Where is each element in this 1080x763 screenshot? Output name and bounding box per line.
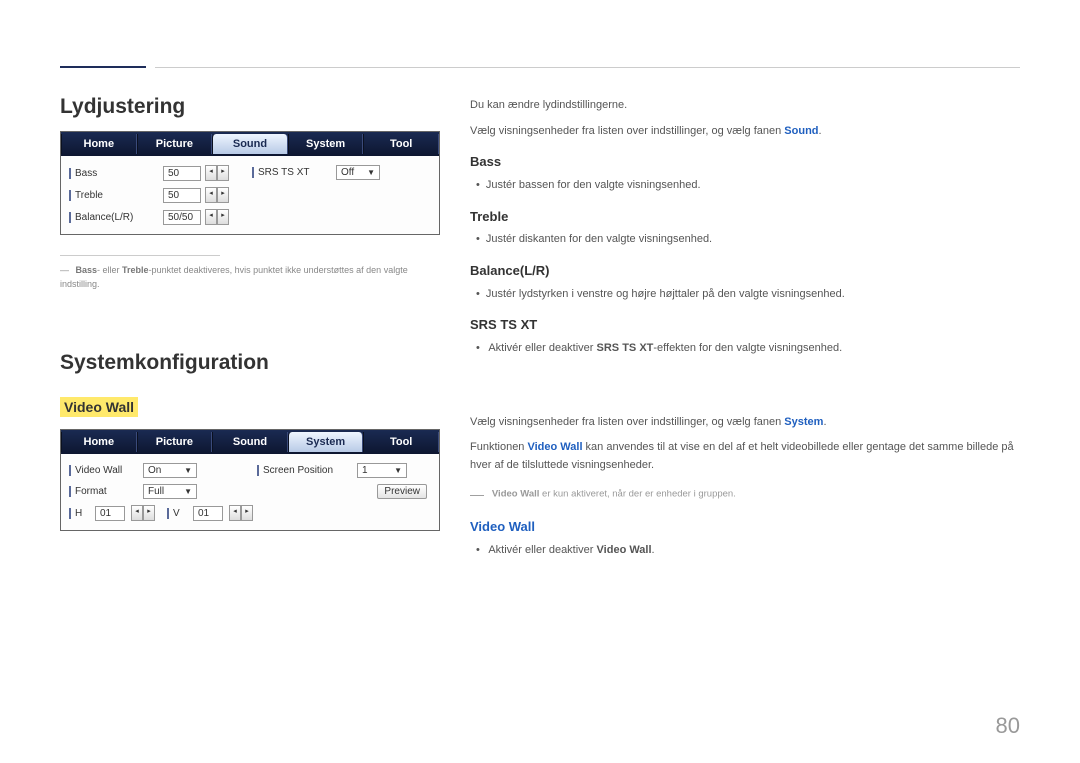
format-label: Format	[69, 486, 139, 497]
subhead-treble: Treble	[470, 207, 1020, 228]
videowall-label: Video Wall	[69, 465, 139, 476]
footnote-divider	[60, 255, 220, 256]
chevron-down-icon: ▼	[184, 466, 192, 475]
format-dropdown[interactable]: Full▼	[143, 484, 197, 499]
balance-value[interactable]: 50/50	[163, 210, 201, 225]
balance-label: Balance(L/R)	[69, 212, 159, 223]
videowall-dropdown[interactable]: On▼	[143, 463, 197, 478]
bullet-videowall: Aktivér eller deaktiver Video Wall.	[488, 542, 1020, 560]
chevron-down-icon: ▼	[184, 487, 192, 496]
bass-spinner[interactable]: ◂▸	[205, 165, 229, 181]
sys-desc: Funktionen Video Wall kan anvendes til a…	[470, 439, 1020, 474]
balance-spinner[interactable]: ◂▸	[205, 209, 229, 225]
tab-sound-2[interactable]: Sound	[212, 432, 288, 452]
page-number: 80	[996, 713, 1020, 739]
sound-panel: Home Picture Sound System Tool Bass 50 ◂…	[60, 131, 440, 235]
treble-value[interactable]: 50	[163, 188, 201, 203]
bullet-balance: Justér lydstyrken i venstre og højre høj…	[488, 286, 1020, 304]
system-tab-bar: Home Picture Sound System Tool	[61, 430, 439, 454]
section-title-system: Systemkonfiguration	[60, 351, 440, 375]
subhead-srs: SRS TS XT	[470, 315, 1020, 336]
bullet-bass: Justér bassen for den valgte visningsenh…	[488, 177, 1020, 195]
tab-sound[interactable]: Sound	[212, 134, 288, 154]
intro-line-2: Vælg visningsenheder fra listen over ind…	[470, 123, 1020, 141]
subhead-bass: Bass	[470, 152, 1020, 173]
h-label: H	[69, 508, 89, 519]
tab-home[interactable]: Home	[61, 134, 137, 154]
srs-label: SRS TS XT	[252, 167, 332, 178]
v-value[interactable]: 01	[193, 506, 223, 521]
bullet-treble: Justér diskanten for den valgte visnings…	[488, 231, 1020, 249]
srs-dropdown[interactable]: Off▼	[336, 165, 380, 180]
sys-note: ― Video Wall er kun aktiveret, når der e…	[470, 483, 1020, 505]
bass-label: Bass	[69, 168, 159, 179]
h-value[interactable]: 01	[95, 506, 125, 521]
tab-picture[interactable]: Picture	[137, 134, 213, 154]
sound-tab-bar: Home Picture Sound System Tool	[61, 132, 439, 156]
highlight-video-wall: Video Wall	[60, 397, 138, 417]
chevron-down-icon: ▼	[367, 168, 375, 177]
sys-intro: Vælg visningsenheder fra listen over ind…	[470, 414, 1020, 432]
header-accent-bar	[60, 66, 146, 68]
intro-line-1: Du kan ændre lydindstillingerne.	[470, 97, 1020, 115]
subhead-videowall: Video Wall	[470, 517, 1020, 538]
footnote-audio: ― Bass- eller Treble-punktet deaktiveres…	[60, 264, 440, 291]
bullet-srs: Aktivér eller deaktiver SRS TS XT-effekt…	[488, 340, 1020, 358]
chevron-down-icon: ▼	[394, 466, 402, 475]
tab-home-2[interactable]: Home	[61, 432, 137, 452]
screenpos-dropdown[interactable]: 1▼	[357, 463, 407, 478]
tab-tool[interactable]: Tool	[363, 134, 439, 154]
subhead-balance: Balance(L/R)	[470, 261, 1020, 282]
section-title-audio: Lydjustering	[60, 95, 440, 119]
preview-button[interactable]: Preview	[377, 484, 427, 499]
tab-tool-2[interactable]: Tool	[363, 432, 439, 452]
bass-value[interactable]: 50	[163, 166, 201, 181]
h-spinner[interactable]: ◂▸	[131, 505, 155, 521]
tab-system-2[interactable]: System	[288, 432, 364, 452]
v-spinner[interactable]: ◂▸	[229, 505, 253, 521]
tab-picture-2[interactable]: Picture	[137, 432, 213, 452]
treble-spinner[interactable]: ◂▸	[205, 187, 229, 203]
header-divider	[155, 67, 1020, 68]
tab-system[interactable]: System	[288, 134, 364, 154]
v-label: V	[167, 508, 187, 519]
system-panel: Home Picture Sound System Tool Video Wal…	[60, 429, 440, 531]
treble-label: Treble	[69, 190, 159, 201]
screenpos-label: Screen Position	[257, 465, 353, 476]
